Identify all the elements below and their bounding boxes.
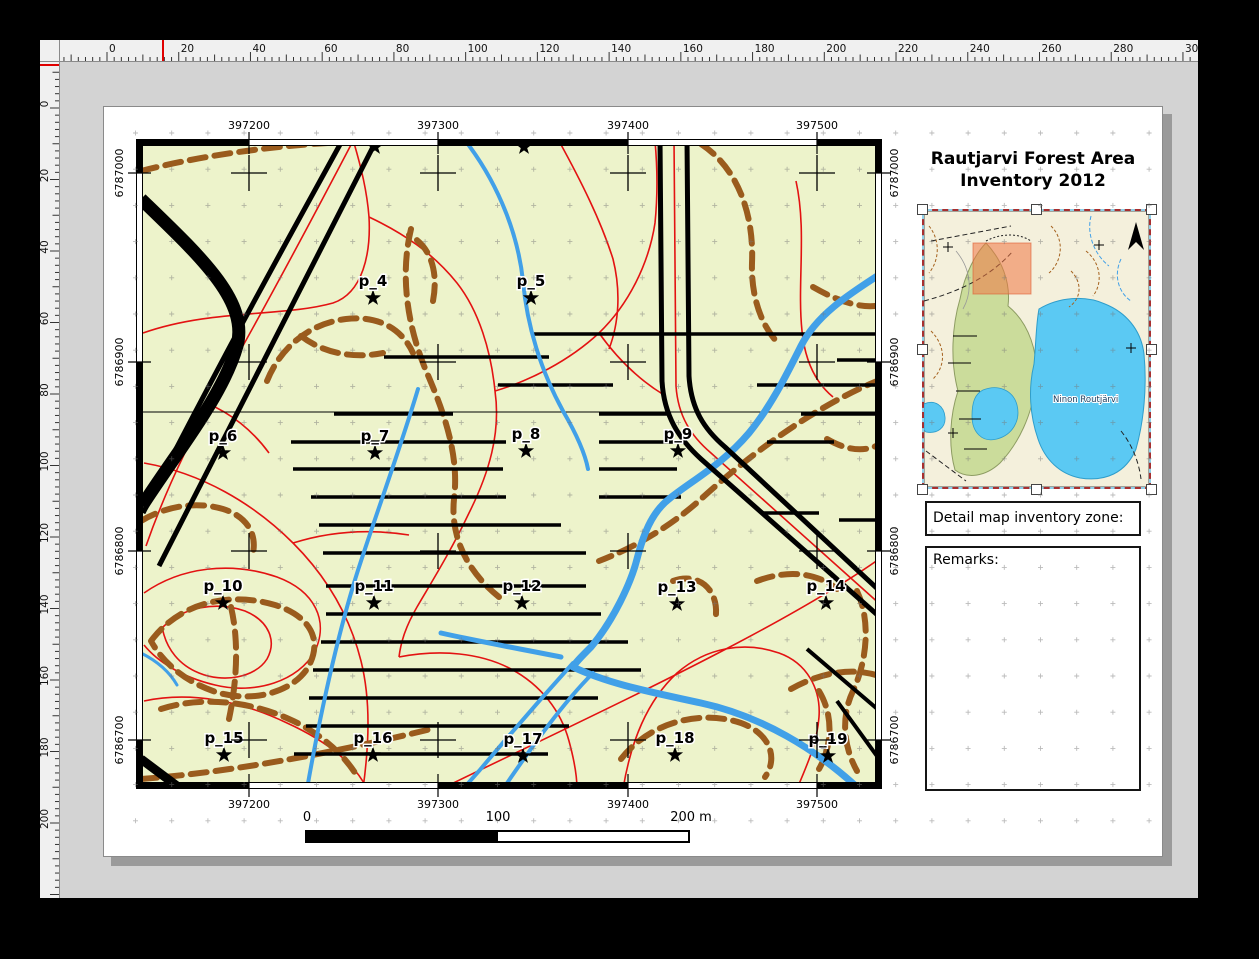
ruler-number: 20 (181, 43, 194, 55)
ruler-number: 40 (40, 240, 51, 253)
sample-point-label: p_4 (359, 272, 388, 290)
title-line2: Inventory 2012 (921, 170, 1145, 192)
grid-label-northing: 6786700 (113, 716, 126, 765)
grid-label-easting: 397200 (228, 119, 270, 132)
scalebar-label: 200 m (670, 810, 712, 825)
grid-label-northing: 6786800 (113, 527, 126, 576)
selection-handle[interactable] (1146, 344, 1157, 355)
scalebar-item[interactable]: 0 100 200 m (305, 806, 746, 842)
scalebar-label: 100 (486, 810, 511, 825)
selection-handle[interactable] (1146, 204, 1157, 215)
ruler-number: 220 (898, 43, 918, 55)
ruler-number: 180 (40, 737, 51, 757)
selection-handle[interactable] (917, 344, 928, 355)
selection-handle[interactable] (917, 204, 928, 215)
grid-label-easting: 397500 (796, 119, 838, 132)
cursor-position-marker-y (40, 64, 59, 66)
ruler-corner (40, 40, 60, 62)
ruler-number: 60 (324, 43, 337, 55)
grid-label-easting: 397400 (607, 119, 649, 132)
ruler-number: 100 (468, 43, 488, 55)
sample-point-label: p_5 (517, 272, 546, 290)
detail-zone-label-item[interactable]: Detail map inventory zone: (925, 501, 1141, 536)
ruler-number: 80 (396, 43, 409, 55)
ruler-number: 120 (539, 43, 559, 55)
ruler-number: 40 (252, 43, 265, 55)
ruler-number: 120 (40, 523, 51, 543)
main-map-item[interactable]: p_4 p_5 p_6 p_7 p_8 p_9 p_10 p_11 p_12 p_13 p_14 p_… (136, 139, 882, 789)
title-line1: Rautjarvi Forest Area (921, 148, 1145, 170)
ruler-number: 0 (40, 101, 51, 108)
sample-point-label: p_15 (204, 729, 243, 747)
ruler-number: 0 (109, 43, 116, 55)
main-map-canvas: p_4 p_5 p_6 p_7 p_8 p_9 p_10 p_11 p_12 p_13 p_14 p_… (136, 139, 882, 789)
ruler-vertical: 0 20 40 60 80 100 120 140 160 180 200 (40, 62, 60, 898)
scalebar-bar (305, 830, 690, 843)
sample-point-label: p_17 (503, 730, 542, 748)
ruler-number: 140 (611, 43, 631, 55)
ruler-number: 200 (826, 43, 846, 55)
ruler-number: 300 (1185, 43, 1198, 55)
ruler-number: 160 (683, 43, 703, 55)
grid-label-easting: 397300 (417, 119, 459, 132)
layout-title[interactable]: Rautjarvi Forest Area Inventory 2012 (921, 148, 1145, 192)
ruler-number: 20 (40, 169, 51, 182)
ruler-number: 240 (970, 43, 990, 55)
page-shadow-bottom (111, 857, 1172, 866)
grid-label-northing: 6786700 (888, 716, 901, 765)
ruler-number: 160 (40, 666, 51, 686)
grid-label-northing: 6786800 (888, 527, 901, 576)
grid-label-northing: 6786900 (113, 338, 126, 387)
detail-zone-label: Detail map inventory zone: (933, 510, 1123, 526)
ruler-number: 80 (40, 383, 51, 396)
sample-point-label: p_13 (657, 578, 696, 596)
layout-page[interactable]: p_4 p_5 p_6 p_7 p_8 p_9 p_10 p_11 p_12 p_13 p_14 p_… (103, 106, 1163, 857)
layout-canvas[interactable]: p_4 p_5 p_6 p_7 p_8 p_9 p_10 p_11 p_12 p_13 p_14 p_… (60, 62, 1198, 898)
sample-point-label: p_9 (664, 425, 693, 443)
grid-label-easting: 397200 (228, 798, 270, 811)
sample-point-label: p_6 (209, 427, 238, 445)
sample-point-label: p_12 (502, 577, 541, 595)
selection-dashes (922, 209, 1151, 489)
sample-point-label: p_7 (361, 427, 390, 445)
sample-point-label: p_16 (353, 729, 392, 747)
selection-handle[interactable] (1031, 484, 1042, 495)
sample-point-label: p_11 (354, 577, 393, 595)
overview-map-item[interactable]: Ninon Routjärvi (922, 209, 1151, 489)
sample-point-label: p_10 (203, 577, 242, 595)
remarks-item[interactable]: Remarks: (925, 546, 1141, 791)
qgis-layout-window: p_4 p_5 p_6 p_7 p_8 p_9 p_10 p_11 p_12 p_13 p_14 p_… (0, 0, 1259, 959)
ruler-number: 180 (755, 43, 775, 55)
page-shadow-right (1163, 114, 1172, 866)
sample-point-label: p_8 (512, 425, 541, 443)
grid-label-northing: 6787000 (888, 149, 901, 198)
grid-label-northing: 6787000 (113, 149, 126, 198)
ruler-number: 140 (40, 594, 51, 614)
ruler-number: 60 (40, 312, 51, 325)
ruler-horizontal: 0 20 40 60 80 100 120 140 160 180 200 220 240 260 280 3… (40, 40, 1198, 62)
grid-label-northing: 6786900 (888, 338, 901, 387)
selection-handle[interactable] (1031, 204, 1042, 215)
ruler-number: 260 (1041, 43, 1061, 55)
ruler-number: 280 (1113, 43, 1133, 55)
sample-point-label: p_14 (806, 577, 845, 595)
selection-handle[interactable] (1146, 484, 1157, 495)
cursor-position-marker-x (162, 40, 164, 61)
scalebar-label: 0 (303, 810, 311, 825)
sample-point-label: p_18 (655, 729, 694, 747)
ruler-number: 200 (40, 809, 51, 829)
remarks-label: Remarks: (933, 552, 999, 568)
grid-label-easting: 397500 (796, 798, 838, 811)
sample-point-label: p_19 (808, 730, 847, 748)
selection-handle[interactable] (917, 484, 928, 495)
ruler-number: 100 (40, 451, 51, 471)
